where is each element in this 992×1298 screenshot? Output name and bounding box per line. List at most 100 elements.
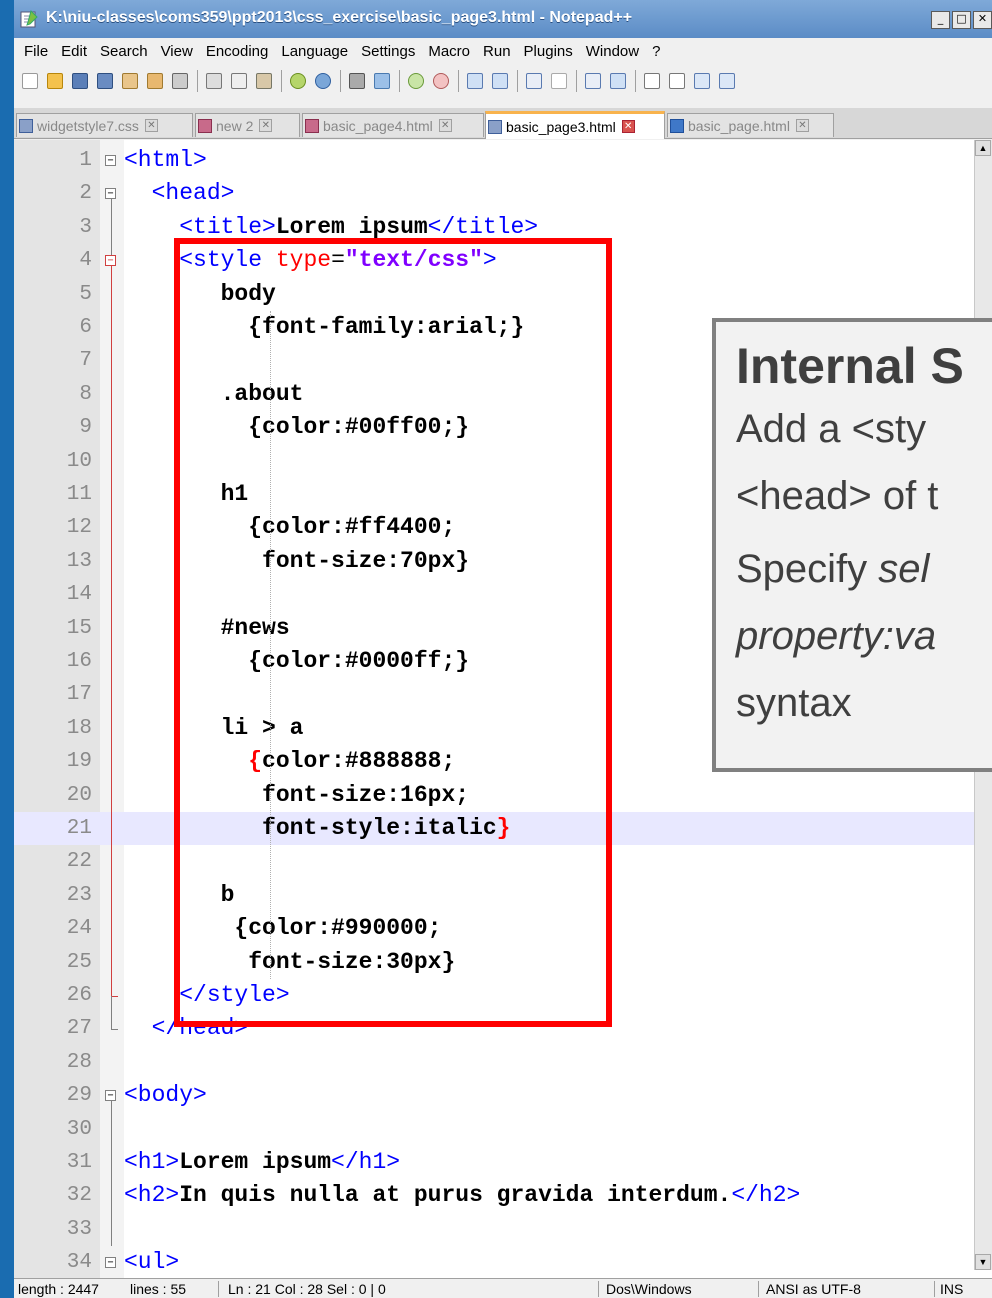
replace-icon[interactable] — [374, 73, 390, 89]
window-title: K:\niu-classes\coms359\ppt2013\css_exerc… — [46, 9, 633, 26]
code-line[interactable]: 28 — [14, 1046, 992, 1079]
menu-settings[interactable]: Settings — [361, 43, 415, 60]
code-text: font-style:italic} — [262, 815, 511, 841]
menu-search[interactable]: Search — [100, 43, 148, 60]
show-all-chars-icon[interactable] — [551, 73, 567, 89]
code-line[interactable]: 33 — [14, 1213, 992, 1246]
menu-encoding[interactable]: Encoding — [206, 43, 269, 60]
code-line[interactable]: 24 {color:#990000; — [14, 912, 992, 945]
tab-widgetstyle7[interactable]: widgetstyle7.css ✕ — [16, 113, 193, 137]
status-position: Ln : 21 Col : 28 Sel : 0 | 0 — [228, 1281, 386, 1297]
line-number: 2 — [79, 182, 92, 206]
play-macro-icon[interactable] — [694, 73, 710, 89]
fold-line — [111, 1101, 112, 1246]
tab-close-icon[interactable]: ✕ — [438, 119, 452, 132]
code-line[interactable]: 5 body — [14, 278, 992, 311]
record-macro-icon[interactable] — [644, 73, 660, 89]
line-number: 7 — [79, 349, 92, 373]
code-text: .about — [220, 380, 304, 407]
code-text: {color:#990000; — [234, 915, 442, 942]
fold-toggle[interactable]: − — [105, 1090, 116, 1102]
menu-edit[interactable]: Edit — [61, 43, 87, 60]
file-icon — [198, 118, 212, 133]
find-icon[interactable] — [349, 73, 365, 89]
fold-line — [111, 266, 112, 996]
tab-close-icon[interactable]: ✕ — [144, 119, 158, 132]
code-line[interactable]: 21 font-style:italic} — [14, 812, 992, 846]
menu-file[interactable]: File — [24, 43, 48, 60]
code-line[interactable]: 31 <h1>Lorem ipsum</h1> — [14, 1146, 992, 1179]
code-line[interactable]: 32 <h2>In quis nulla at purus gravida int… — [14, 1179, 992, 1212]
tab-label: new 2 — [216, 117, 254, 134]
tab-basic-page4[interactable]: basic_page4.html ✕ — [302, 113, 484, 137]
menu-run[interactable]: Run — [483, 43, 511, 60]
zoom-in-icon[interactable] — [408, 73, 424, 89]
close-file-icon[interactable] — [122, 73, 138, 89]
copy-icon[interactable] — [231, 73, 247, 89]
run-macro-multiple-icon[interactable] — [719, 73, 735, 89]
scroll-down-arrow[interactable]: ▼ — [975, 1254, 991, 1270]
code-text: </head> — [151, 1015, 249, 1042]
doc-map-icon[interactable] — [610, 73, 626, 89]
code-text: <h1>Lorem ipsum</h1> — [124, 1149, 401, 1175]
fold-toggle[interactable]: − — [105, 1257, 116, 1269]
sync-vertical-icon[interactable] — [467, 73, 483, 89]
close-button[interactable]: ✕ — [973, 11, 992, 29]
fold-toggle[interactable]: − — [105, 155, 116, 166]
menu-macro[interactable]: Macro — [428, 43, 470, 60]
redo-icon[interactable] — [315, 73, 331, 89]
line-number: 32 — [66, 1184, 92, 1208]
tab-basic-page[interactable]: basic_page.html ✕ — [667, 113, 834, 137]
minimize-button[interactable]: _ — [931, 11, 950, 29]
indent-guide-icon[interactable] — [585, 73, 601, 89]
tab-close-icon[interactable]: ✕ — [621, 120, 635, 133]
code-line[interactable]: 23 b — [14, 879, 992, 912]
callout-line-4: property:va — [736, 614, 937, 658]
undo-icon[interactable] — [290, 73, 306, 89]
tab-basic-page3[interactable]: basic_page3.html ✕ — [485, 111, 665, 139]
zoom-out-icon[interactable] — [433, 73, 449, 89]
tab-close-icon[interactable]: ✕ — [795, 119, 809, 132]
fold-toggle[interactable]: − — [105, 255, 116, 267]
code-text: <html> — [124, 147, 207, 173]
tab-close-icon[interactable]: ✕ — [259, 119, 273, 132]
code-line[interactable]: 30 — [14, 1113, 992, 1146]
maximize-button[interactable]: □ — [952, 11, 971, 29]
callout-line-2: <head> of t — [736, 474, 939, 518]
code-text: font-size:70px} — [262, 547, 470, 574]
code-line[interactable]: 34 <ul> — [14, 1246, 992, 1278]
print-icon[interactable] — [172, 73, 188, 89]
sync-horizontal-icon[interactable] — [492, 73, 508, 89]
new-file-icon[interactable] — [22, 73, 38, 89]
code-line[interactable]: 27 </head> — [14, 1012, 992, 1045]
menu-view[interactable]: View — [161, 43, 193, 60]
menu-help[interactable]: ? — [652, 43, 660, 60]
cut-icon[interactable] — [206, 73, 222, 89]
tab-new-2[interactable]: new 2 ✕ — [195, 113, 300, 137]
scroll-up-arrow[interactable]: ▲ — [975, 140, 991, 156]
save-icon[interactable] — [72, 73, 88, 89]
code-line[interactable]: 22 — [14, 845, 992, 878]
code-text: {color:#888888; — [248, 748, 456, 775]
line-number: 17 — [66, 683, 92, 707]
word-wrap-icon[interactable] — [526, 73, 542, 89]
code-line[interactable]: 3 <title>Lorem ipsum</title> — [14, 211, 992, 244]
code-line[interactable]: 1 <html> — [14, 144, 992, 177]
close-all-icon[interactable] — [147, 73, 163, 89]
code-line[interactable]: 25 font-size:30px} — [14, 946, 992, 979]
code-line[interactable]: 26 </style> — [14, 979, 992, 1012]
open-file-icon[interactable] — [47, 73, 63, 89]
code-line[interactable]: 29 <body> — [14, 1079, 992, 1112]
code-line[interactable]: 20 font-size:16px; — [14, 779, 992, 812]
stop-macro-icon[interactable] — [669, 73, 685, 89]
save-all-icon[interactable] — [97, 73, 113, 89]
code-line[interactable]: 2 <head> — [14, 177, 992, 210]
menu-language[interactable]: Language — [281, 43, 348, 60]
menu-window[interactable]: Window — [586, 43, 639, 60]
paste-icon[interactable] — [256, 73, 272, 89]
title-bar[interactable]: K:\niu-classes\coms359\ppt2013\css_exerc… — [14, 0, 992, 39]
line-number: 8 — [79, 382, 92, 406]
menu-plugins[interactable]: Plugins — [524, 43, 573, 60]
code-line[interactable]: 4 <style type="text/css"> — [14, 244, 992, 277]
fold-toggle[interactable]: − — [105, 188, 116, 200]
